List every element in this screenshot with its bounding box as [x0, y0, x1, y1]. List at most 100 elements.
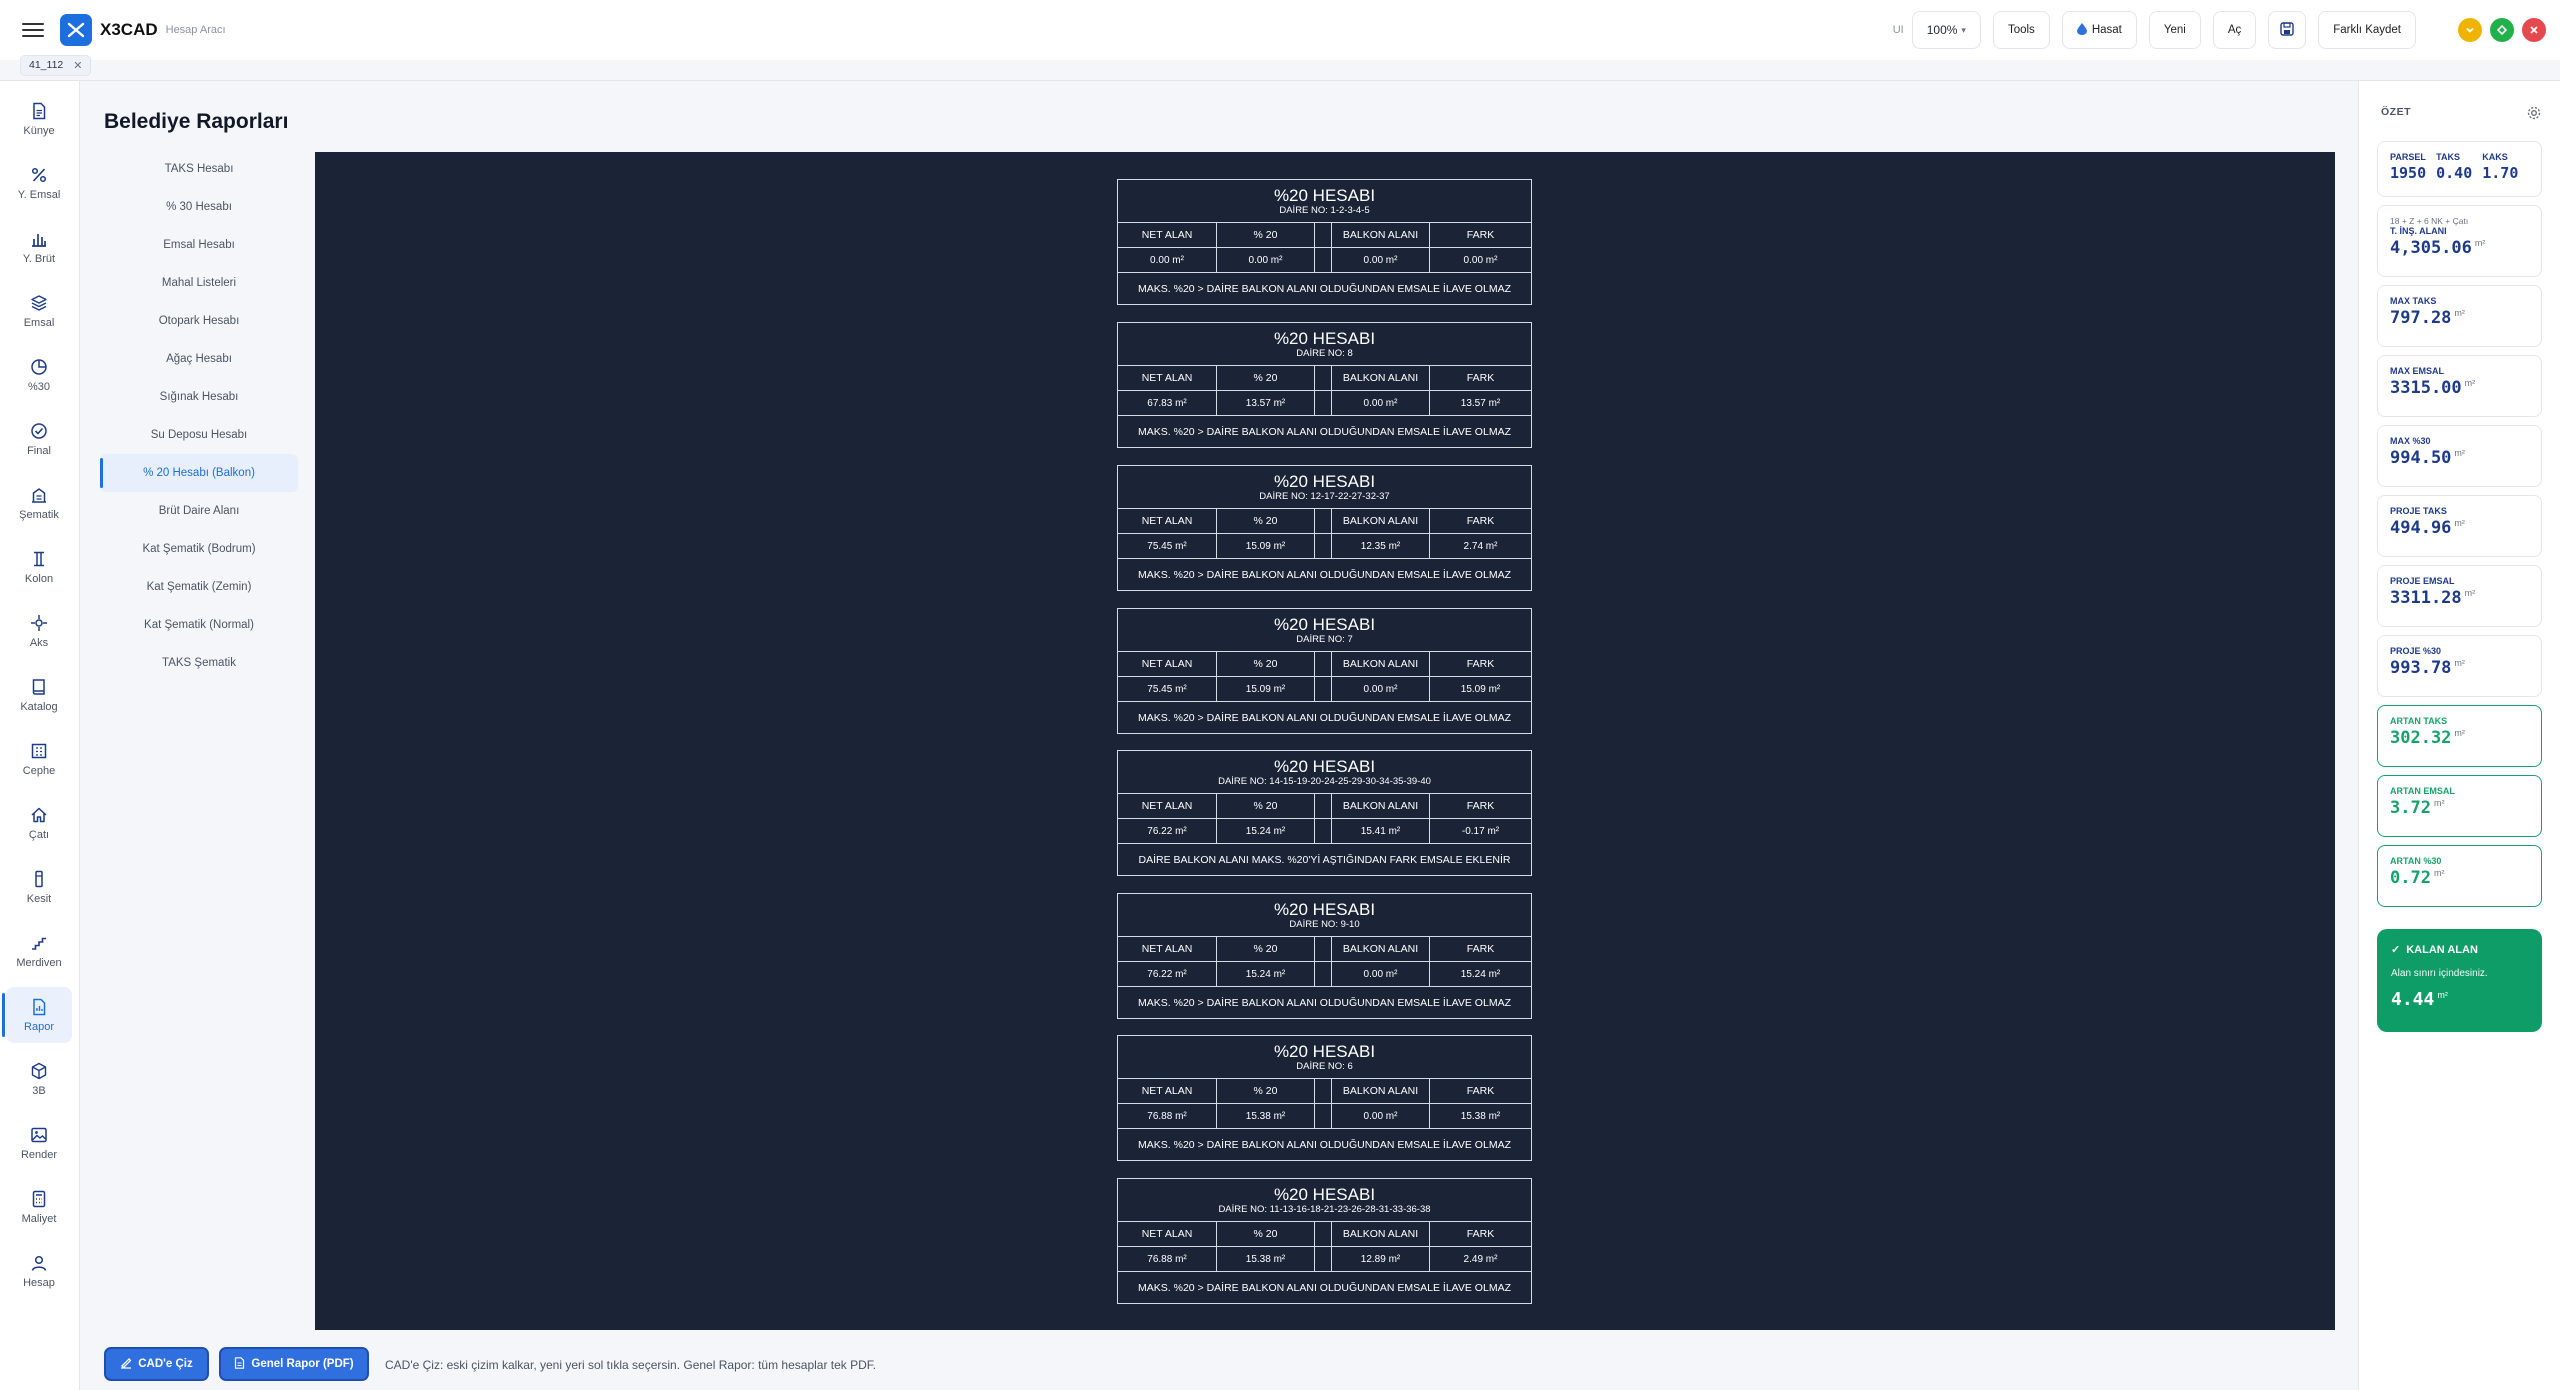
- report-nav-item[interactable]: TAKS Hesabı: [100, 150, 298, 188]
- report-nav-item[interactable]: Kat Şematik (Zemin): [100, 568, 298, 606]
- genel-rapor-button[interactable]: Genel Rapor (PDF): [219, 1347, 369, 1381]
- header-yuzde20: % 20: [1217, 223, 1315, 247]
- t-ins-card: 18 + Z + 6 NK + Çatı T. İNŞ. ALANI 4,305…: [2377, 205, 2542, 277]
- stat-card-green: ARTAN TAKS 302.32 m²: [2377, 705, 2542, 767]
- report-nav-item[interactable]: % 30 Hesabı: [100, 188, 298, 226]
- header-balkon: BALKON ALANI: [1332, 223, 1430, 247]
- report-nav-item[interactable]: Ağaç Hesabı: [100, 340, 298, 378]
- stat-value: 993.78: [2390, 658, 2452, 678]
- close-icon[interactable]: ✕: [73, 59, 82, 72]
- header-fark: FARK: [1466, 372, 1495, 384]
- balkon-value: 0.00 m²: [1332, 248, 1430, 272]
- sidebar-item-3b[interactable]: 3B: [0, 1051, 78, 1107]
- unit: m²: [2454, 308, 2465, 319]
- header-balkon: BALKON ALANI: [1332, 794, 1430, 818]
- open-button[interactable]: Aç: [2212, 11, 2257, 49]
- header-balkon: BALKON ALANI: [1332, 366, 1430, 390]
- sidebar-item-yuzde30[interactable]: %30: [0, 347, 78, 403]
- sidebar-item-kesit[interactable]: Kesit: [0, 859, 78, 915]
- report-nav-item[interactable]: Otopark Hesabı: [100, 302, 298, 340]
- menu-icon[interactable]: [22, 23, 44, 37]
- toolbar: UI 100% ▾ Tools Hasat Yeni Aç Farklı Kay…: [1893, 0, 2560, 60]
- sidebar-item-y-emsal[interactable]: Y. Emsal: [0, 155, 78, 211]
- header-yuzde20: % 20: [1217, 794, 1315, 818]
- header-fark: FARK: [1466, 943, 1495, 955]
- sidebar-item-render[interactable]: Render: [0, 1115, 78, 1171]
- spacer: [1315, 652, 1332, 676]
- spacer: [1315, 962, 1332, 986]
- main-sidebar: Künye Y. Emsal Y. Brüt Emsal %30 Final Ş…: [0, 81, 80, 1390]
- report-note: MAKS. %20 > DAİRE BALKON ALANI OLDUĞUNDA…: [1138, 996, 1511, 1009]
- sidebar-item-cephe[interactable]: Cephe: [0, 731, 78, 787]
- stat-label: PROJE %30: [2390, 646, 2442, 656]
- close-button[interactable]: [2522, 18, 2546, 42]
- header-net-alan: NET ALAN: [1118, 1079, 1217, 1103]
- save-as-button[interactable]: Farklı Kaydet: [2318, 11, 2416, 49]
- sidebar-item-sematik[interactable]: Şematik: [0, 475, 78, 531]
- file-tab[interactable]: 41_112 ✕: [20, 54, 92, 76]
- sidebar-item-aks[interactable]: Aks: [0, 603, 78, 659]
- maximize-button[interactable]: [2490, 18, 2514, 42]
- sidebar-item-cati[interactable]: Çatı: [0, 795, 78, 851]
- net-alan-value: 75.45 m²: [1118, 677, 1217, 701]
- percent-icon: [29, 165, 49, 185]
- spacer: [1315, 937, 1332, 961]
- sidebar-item-label: Y. Brüt: [22, 253, 56, 265]
- gear-icon[interactable]: [2526, 105, 2542, 121]
- sidebar-item-final[interactable]: Final: [0, 411, 78, 467]
- minimize-button[interactable]: [2458, 18, 2482, 42]
- tools-button[interactable]: Tools: [1992, 11, 2050, 49]
- report-nav-item[interactable]: Brüt Daire Alanı: [100, 492, 298, 530]
- fark-value: -0.17 m²: [1461, 825, 1500, 837]
- drop-icon: [2076, 22, 2087, 38]
- zoom-select[interactable]: 100% ▾: [1911, 11, 1981, 49]
- header-balkon: BALKON ALANI: [1332, 1222, 1430, 1246]
- summary-heading: ÖZET: [2381, 106, 2411, 118]
- page-title: Belediye Raporları: [104, 110, 289, 133]
- report-nav-item[interactable]: Su Deposu Hesabı: [100, 416, 298, 454]
- stat-label: MAX EMSAL: [2390, 366, 2444, 376]
- report-nav-item[interactable]: Mahal Listeleri: [100, 264, 298, 302]
- report-nav-item-active[interactable]: % 20 Hesabı (Balkon): [100, 454, 298, 492]
- header-fark: FARK: [1466, 658, 1495, 670]
- kalan-value: 4.44: [2391, 989, 2435, 1010]
- cad-ciz-button[interactable]: CAD'e Çiz: [104, 1347, 209, 1381]
- check-icon: ✓: [2391, 944, 2401, 956]
- sidebar-item-kolon[interactable]: Kolon: [0, 539, 78, 595]
- spacer: [1315, 391, 1332, 415]
- report-nav-item[interactable]: Kat Şematik (Bodrum): [100, 530, 298, 568]
- header-yuzde20: % 20: [1217, 1222, 1315, 1246]
- sidebar-item-emsal[interactable]: Emsal: [0, 283, 78, 339]
- kalan-title: KALAN ALAN: [2406, 943, 2478, 956]
- report-nav-item[interactable]: TAKS Şematik: [100, 644, 298, 682]
- stat-value: 3311.28: [2390, 588, 2462, 608]
- unit: m²: [2454, 658, 2465, 669]
- document-icon: [29, 101, 49, 121]
- yuzde20-value: 0.00 m²: [1217, 248, 1315, 272]
- header-net-alan: NET ALAN: [1118, 1222, 1217, 1246]
- divider: [0, 80, 2560, 81]
- sidebar-item-kunye[interactable]: Künye: [0, 91, 78, 147]
- fark-value: 2.74 m²: [1463, 540, 1498, 552]
- sidebar-item-maliyet[interactable]: Maliyet: [0, 1179, 78, 1235]
- spacer: [1315, 1222, 1332, 1246]
- report-nav-item[interactable]: Kat Şematik (Normal): [100, 606, 298, 644]
- new-button[interactable]: Yeni: [2148, 11, 2201, 49]
- save-button[interactable]: [2268, 11, 2307, 49]
- sidebar-item-y-brut[interactable]: Y. Brüt: [0, 219, 78, 275]
- sidebar-item-merdiven[interactable]: Merdiven: [0, 923, 78, 979]
- sidebar-item-hesap[interactable]: Hesap: [0, 1243, 78, 1299]
- report-canvas[interactable]: %20 HESABI DAİRE NO: 1-2-3-4-5 NET ALAN% …: [315, 152, 2335, 1330]
- sidebar-item-katalog[interactable]: Katalog: [0, 667, 78, 723]
- sidebar-item-rapor[interactable]: Rapor: [2, 987, 72, 1043]
- home-icon: [29, 805, 49, 825]
- hasat-button[interactable]: Hasat: [2061, 11, 2137, 49]
- fark-value: 15.24 m²: [1460, 968, 1501, 980]
- net-alan-value: 76.22 m²: [1118, 962, 1217, 986]
- report-nav-item[interactable]: Sığınak Hesabı: [100, 378, 298, 416]
- stat-card: PROJE %30 993.78 m²: [2377, 635, 2542, 697]
- spacer: [1315, 819, 1332, 843]
- header-net-alan: NET ALAN: [1118, 652, 1217, 676]
- sidebar-item-label: 3B: [32, 1085, 46, 1097]
- report-nav-item[interactable]: Emsal Hesabı: [100, 226, 298, 264]
